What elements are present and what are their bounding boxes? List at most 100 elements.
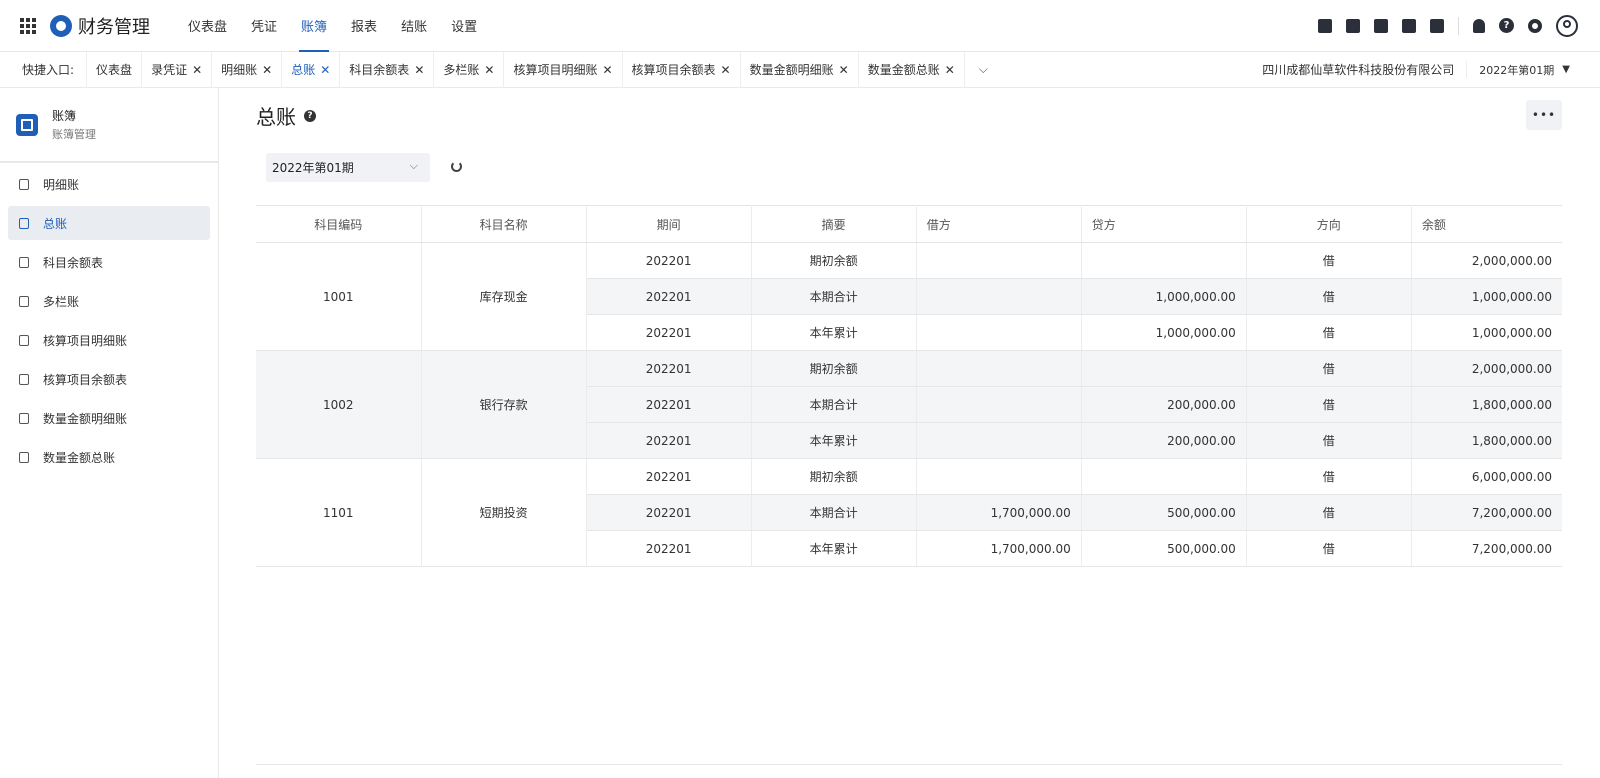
column-header: 科目名称 — [421, 205, 587, 243]
sidebar-item[interactable]: 核算项目余额表 — [8, 362, 210, 396]
bell-icon[interactable] — [1473, 18, 1485, 33]
balance-cell: 7,200,000.00 — [1411, 530, 1562, 567]
topnav-item[interactable]: 凭证 — [239, 0, 289, 52]
account-name: 银行存款 — [421, 350, 587, 459]
account-code-link[interactable]: 1101 — [256, 458, 422, 567]
close-icon[interactable]: ✕ — [602, 63, 612, 77]
debit-cell — [916, 458, 1082, 495]
quick-tab[interactable]: 明细账 ✕ — [211, 51, 281, 88]
sidebar-item[interactable]: 科目余额表 — [8, 245, 210, 279]
summary-cell: 期初余额 — [751, 242, 917, 279]
quick-tab-label: 数量金额总账 — [867, 63, 940, 77]
app-title: 财务管理 — [78, 16, 150, 38]
chevron-down-icon[interactable]: ⌵ — [963, 51, 1002, 88]
close-icon[interactable]: ✕ — [414, 63, 424, 77]
sidebar-item[interactable]: 数量金额总账 — [8, 440, 210, 474]
account-name: 短期投资 — [421, 458, 587, 567]
close-icon[interactable]: ✕ — [320, 63, 330, 77]
caret-down-icon[interactable]: ▼ — [1562, 64, 1570, 75]
debit-cell — [916, 386, 1082, 423]
credit-cell: 200,000.00 — [1081, 422, 1247, 459]
refresh-icon[interactable] — [451, 161, 462, 172]
direction-cell: 借 — [1246, 314, 1412, 351]
account-code-link[interactable]: 1002 — [256, 350, 422, 459]
summary-cell: 期初余额 — [751, 350, 917, 387]
quick-tab[interactable]: 总账 ✕ — [281, 51, 339, 88]
column-header: 方向 — [1246, 205, 1412, 243]
topnav-item[interactable]: 账簿 — [289, 0, 339, 52]
quick-tab-label: 仪表盘 — [96, 63, 133, 77]
column-header: 摘要 — [751, 205, 917, 243]
topnav-item[interactable]: 结账 — [389, 0, 439, 52]
close-icon[interactable]: ✕ — [945, 63, 955, 77]
account-code-link[interactable]: 1001 — [256, 242, 422, 351]
period-select[interactable]: 2022年第01期 ⌵ — [266, 153, 430, 182]
quick-entry-bar: 快捷入口: 仪表盘 录凭证 ✕ 明细账 ✕ 总账 ✕ 科目余额表 ✕ 多栏账 ✕ 核算项目明细账 ✕ 核算… — [0, 51, 1600, 88]
period-select-value: 2022年第01期 — [272, 161, 354, 175]
quick-tab[interactable]: 多栏账 ✕ — [433, 51, 503, 88]
sidebar-item[interactable]: 多栏账 — [8, 284, 210, 318]
direction-cell: 借 — [1246, 386, 1412, 423]
sidebar-item[interactable]: 数量金额明细账 — [8, 401, 210, 435]
general-ledger-table: 科目编码 科目名称 期间 摘要 借方 贷方 方向 余额 1001 库存现金 202201 期初余额借… — [256, 205, 1562, 567]
quick-tab[interactable]: 仪表盘 — [86, 51, 141, 88]
ledger-item-icon — [19, 412, 29, 424]
question-circle-icon[interactable]: ? — [304, 109, 316, 122]
more-button[interactable]: ••• — [1526, 100, 1562, 130]
top-nav: 仪表盘 凭证 账簿 报表 结账 设置 — [176, 0, 489, 52]
credit-cell: 1,000,000.00 — [1081, 314, 1247, 351]
phone-book-icon[interactable] — [1402, 18, 1416, 33]
user-stamp-icon[interactable] — [1346, 18, 1360, 33]
table-row: 1101 短期投资 202201 期初余额借 6,000,000.00 — [256, 458, 1562, 567]
quick-tabs: 仪表盘 录凭证 ✕ 明细账 ✕ 总账 ✕ 科目余额表 ✕ 多栏账 ✕ 核算项目明细账 ✕ 核算项目余额表 ✕… — [86, 51, 964, 88]
gear-icon[interactable] — [1528, 18, 1542, 33]
quick-tab[interactable]: 录凭证 ✕ — [141, 51, 211, 88]
quick-tab[interactable]: 科目余额表 ✕ — [339, 51, 433, 88]
table-row: 1002 银行存款 202201 期初余额借 2,000,000.00 — [256, 350, 1562, 459]
help-icon[interactable]: ? — [1499, 18, 1514, 33]
period-label[interactable]: 2022年第01期 — [1479, 62, 1554, 78]
quick-tab[interactable]: 数量金额总账 ✕ — [857, 51, 964, 88]
ledger-item-icon — [19, 217, 29, 229]
summary-cell: 本年累计 — [751, 422, 917, 459]
debit-cell — [916, 350, 1082, 387]
quick-tab-label: 数量金额明细账 — [749, 63, 834, 77]
credit-cell — [1081, 242, 1247, 279]
period-cell: 202201 — [586, 530, 752, 567]
close-icon[interactable]: ✕ — [839, 63, 849, 77]
sidebar-item[interactable]: 总账 — [8, 206, 210, 240]
direction-cell: 借 — [1246, 278, 1412, 315]
close-icon[interactable]: ✕ — [484, 63, 494, 77]
calendar-check-icon[interactable] — [1318, 18, 1332, 33]
column-header: 余额 — [1411, 205, 1562, 243]
quick-tab[interactable]: 核算项目明细账 ✕ — [503, 51, 621, 88]
close-icon[interactable]: ✕ — [721, 63, 731, 77]
chevron-down-icon: ⌵ — [409, 159, 418, 172]
balance-cell: 1,800,000.00 — [1411, 422, 1562, 459]
document-icon[interactable] — [1374, 18, 1388, 33]
direction-cell: 借 — [1246, 530, 1412, 567]
quick-tab[interactable]: 数量金额明细账 ✕ — [739, 51, 858, 88]
column-header: 借方 — [916, 205, 1082, 243]
calendar-icon[interactable] — [1430, 18, 1444, 33]
balance-cell: 2,000,000.00 — [1411, 350, 1562, 387]
quick-tab-label: 总账 — [291, 63, 316, 77]
direction-cell: 借 — [1246, 350, 1412, 387]
topnav-item[interactable]: 报表 — [339, 0, 389, 52]
app-grid-icon[interactable] — [20, 17, 36, 34]
sidebar-item[interactable]: 明细账 — [8, 167, 210, 201]
close-icon[interactable]: ✕ — [262, 63, 272, 77]
quick-tab[interactable]: 核算项目余额表 ✕ — [621, 51, 740, 88]
debit-cell — [916, 314, 1082, 351]
debit-cell: 1,700,000.00 — [916, 494, 1082, 531]
balance-cell: 2,000,000.00 — [1411, 242, 1562, 279]
summary-cell: 本年累计 — [751, 530, 917, 567]
user-avatar-icon[interactable] — [1556, 14, 1578, 37]
period-cell: 202201 — [586, 242, 752, 279]
topnav-item[interactable]: 仪表盘 — [176, 0, 239, 52]
close-icon[interactable]: ✕ — [192, 63, 202, 77]
sidebar-item-label: 数量金额明细账 — [43, 411, 128, 426]
sidebar-item[interactable]: 核算项目明细账 — [8, 323, 210, 357]
sidebar: 账簿 账簿管理 明细账 总账 科目余额表 多栏账 核算项目明细账 核算项目余额表 数量金额明… — [0, 88, 219, 778]
topnav-item[interactable]: 设置 — [439, 0, 489, 52]
